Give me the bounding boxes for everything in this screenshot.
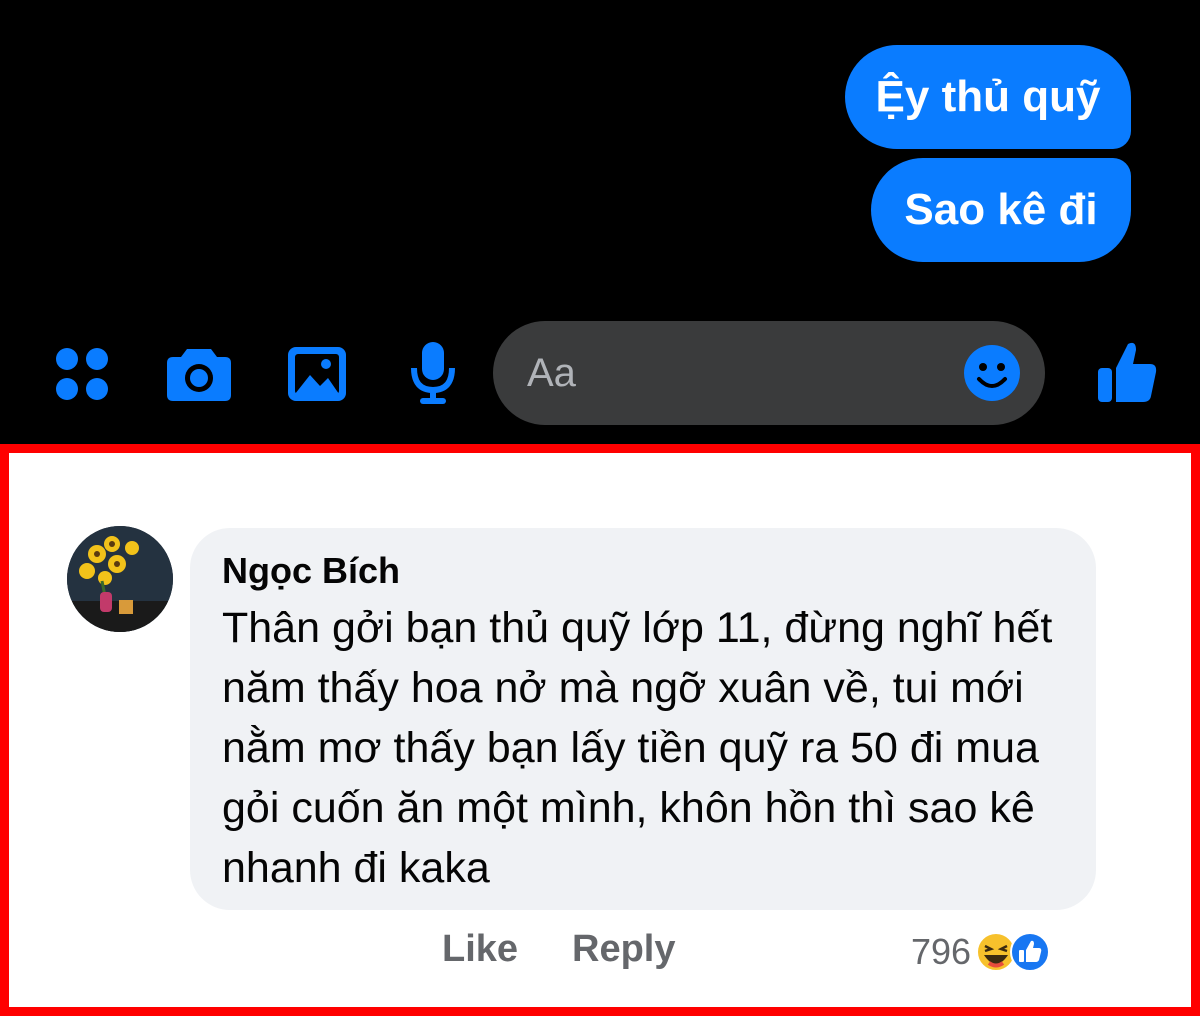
comment-author[interactable]: Ngọc Bích bbox=[222, 550, 400, 592]
camera-icon[interactable] bbox=[165, 345, 233, 403]
message-input[interactable]: Aa bbox=[493, 321, 1045, 425]
reaction-count: 796 bbox=[911, 931, 972, 972]
comment-text: Thân gởi bạn thủ quỹ lớp 11, đừng nghĩ h… bbox=[222, 604, 1053, 892]
messenger-chat: Ệy thủ quỹ Sao kê đi Aa bbox=[0, 0, 1200, 444]
message-text: Sao kê đi bbox=[904, 185, 1098, 234]
thumbs-up-icon[interactable] bbox=[1096, 338, 1158, 404]
message-text: Ệy thủ quỹ bbox=[875, 72, 1101, 121]
message-input-placeholder: Aa bbox=[527, 351, 576, 395]
message-bubble[interactable]: Sao kê đi bbox=[871, 158, 1131, 262]
comment-bubble: Ngọc Bích Thân gởi bạn thủ quỹ lớp 11, đ… bbox=[190, 528, 1096, 910]
reaction-summary[interactable]: 796 bbox=[911, 927, 1051, 977]
apps-icon[interactable] bbox=[53, 345, 111, 403]
microphone-icon[interactable] bbox=[408, 340, 458, 406]
message-bubble[interactable]: Ệy thủ quỹ bbox=[845, 45, 1131, 149]
emoji-icon[interactable] bbox=[962, 343, 1022, 403]
image-icon[interactable] bbox=[286, 345, 348, 403]
avatar[interactable] bbox=[67, 526, 173, 632]
like-reaction-icon bbox=[1010, 932, 1051, 972]
reply-button[interactable]: Reply bbox=[572, 928, 675, 971]
flower-avatar-image bbox=[67, 526, 173, 632]
highlighted-comment: Ngọc Bích Thân gởi bạn thủ quỹ lớp 11, đ… bbox=[0, 444, 1200, 1016]
like-button[interactable]: Like bbox=[442, 928, 518, 971]
